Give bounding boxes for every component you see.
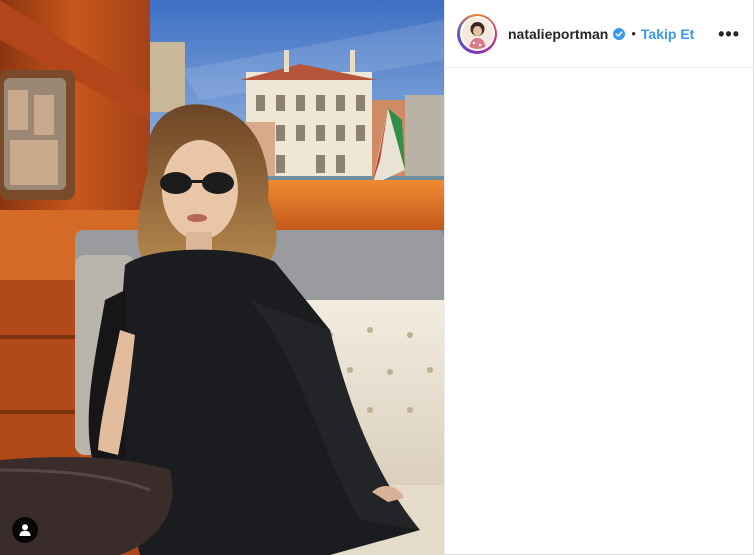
more-options-icon[interactable]: ••• [718, 25, 740, 43]
post-sidebar: natalieportman • Takip Et ••• [444, 0, 754, 555]
avatar-frame [459, 16, 495, 51]
avatar-image [461, 18, 493, 49]
tagged-users-button[interactable] [12, 517, 38, 543]
avatar [461, 18, 493, 49]
instagram-post: natalieportman • Takip Et ••• [0, 0, 754, 555]
username-link[interactable]: natalieportman [508, 26, 608, 42]
verified-badge-icon [613, 27, 626, 40]
photo-illustration [0, 0, 444, 555]
person-icon [19, 524, 31, 536]
post-header: natalieportman • Takip Et ••• [445, 0, 754, 68]
post-photo[interactable] [0, 0, 444, 555]
follow-button[interactable]: Takip Et [641, 26, 694, 42]
header-separator: • [631, 26, 636, 41]
story-ring[interactable] [457, 13, 497, 54]
